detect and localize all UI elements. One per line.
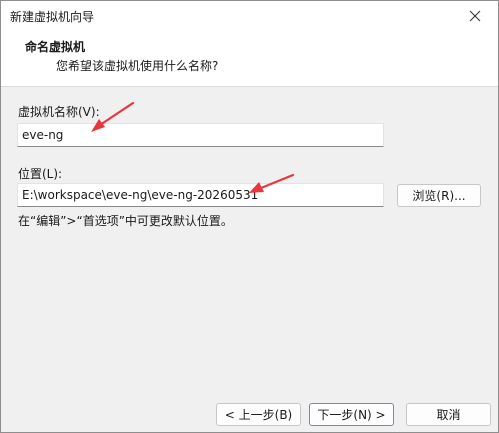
vm-name-label: 虚拟机名称(V):	[18, 105, 100, 119]
location-hint: 在“编辑”>“首选项”中可更改默认位置。	[18, 214, 233, 228]
location-input[interactable]	[17, 183, 384, 207]
page-title: 命名虚拟机	[25, 40, 86, 54]
location-label: 位置(L):	[18, 167, 63, 181]
close-button[interactable]	[452, 1, 498, 31]
page-subtitle: 您希望该虚拟机使用什么名称?	[56, 59, 219, 73]
new-vm-wizard-window: 新建虚拟机向导 命名虚拟机 您希望该虚拟机使用什么名称? 虚拟机名称(V): 位…	[0, 0, 499, 433]
back-button[interactable]: < 上一步(B)	[216, 403, 301, 426]
close-icon	[469, 10, 481, 22]
wizard-header: 命名虚拟机 您希望该虚拟机使用什么名称?	[1, 31, 498, 87]
window-title: 新建虚拟机向导	[10, 10, 95, 24]
browse-button[interactable]: 浏览(R)...	[397, 184, 481, 207]
title-bar: 新建虚拟机向导	[1, 1, 498, 31]
cancel-button[interactable]: 取消	[406, 403, 491, 426]
vm-name-input[interactable]	[17, 123, 384, 147]
next-button[interactable]: 下一步(N) >	[309, 403, 394, 426]
